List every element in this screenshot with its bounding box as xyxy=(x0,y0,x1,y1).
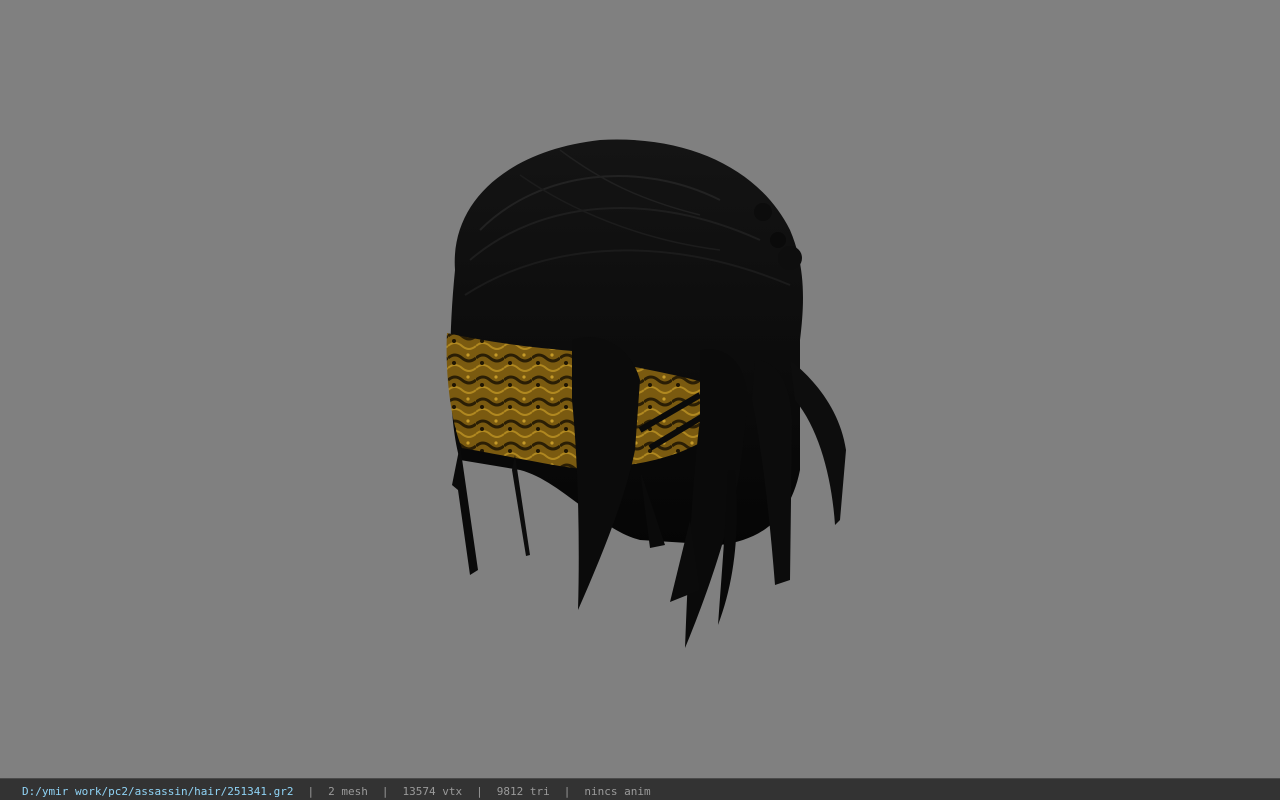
vertex-count: 13574 vtx xyxy=(402,785,463,798)
animation-status: nincs anim xyxy=(584,785,651,798)
separator: | xyxy=(476,785,483,798)
mesh-count: 2 mesh xyxy=(328,785,368,798)
status-bar: D:/ymir work/pc2/assassin/hair/251341.gr… xyxy=(0,778,1280,800)
separator: | xyxy=(563,785,571,798)
hair-model-render[interactable] xyxy=(0,0,1280,778)
separator: | xyxy=(381,785,389,798)
separator: | xyxy=(307,785,315,798)
3d-viewport[interactable] xyxy=(0,0,1280,778)
file-path: D:/ymir work/pc2/assassin/hair/251341.gr… xyxy=(22,785,294,798)
triangle-count: 9812 tri xyxy=(496,785,550,798)
hair-back xyxy=(450,139,803,545)
